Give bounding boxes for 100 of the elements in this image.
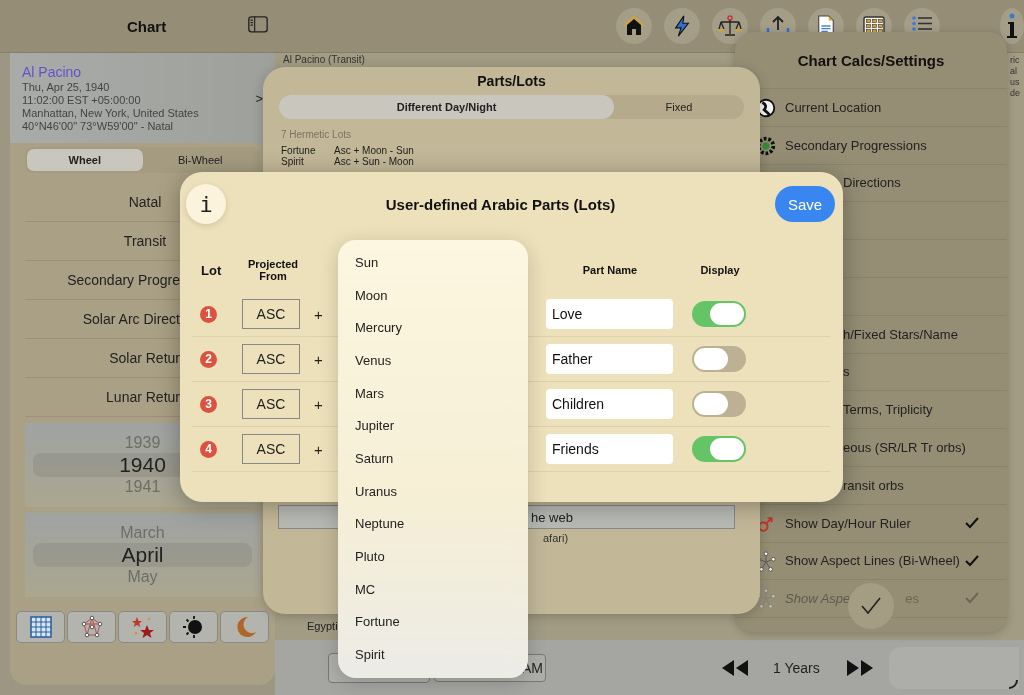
info-button[interactable] xyxy=(1000,8,1024,44)
settings-item[interactable]: Terms, Triplicity xyxy=(843,402,933,418)
projected-from-field[interactable]: ASC xyxy=(242,299,300,329)
rewind-button[interactable] xyxy=(721,658,749,677)
rewind-icon xyxy=(721,658,749,677)
part-name-field[interactable]: Love xyxy=(546,299,673,329)
side-text: us xyxy=(1010,77,1020,88)
settings-item[interactable]: Directions xyxy=(843,175,901,191)
part-name-field[interactable]: Children xyxy=(546,389,673,419)
menu-item[interactable]: Venus xyxy=(338,344,528,377)
menu-item[interactable]: MC xyxy=(338,572,528,606)
column-header: Projected From xyxy=(246,257,300,284)
birth-detail: Manhattan, New York, United States xyxy=(22,107,200,119)
menu-item[interactable]: Sun xyxy=(338,246,528,279)
menu-item[interactable]: Moon xyxy=(338,278,528,312)
picker-item: 1941 xyxy=(124,477,161,497)
settings-item[interactable]: h/Fixed Stars/Name xyxy=(843,326,958,342)
lot-number: 4 xyxy=(200,440,217,458)
picker-item: 1940 xyxy=(119,453,166,477)
menu-item[interactable]: Pluto xyxy=(338,540,528,573)
sidebar-icon xyxy=(246,16,271,36)
projected-from-field[interactable]: ASC xyxy=(242,389,300,419)
toolbar-button[interactable] xyxy=(712,8,749,44)
settings-item[interactable]: eous (SR/LR Tr orbs) xyxy=(843,440,966,456)
settings-item[interactable]: Show Aspect Lines (Bi-Wheel) xyxy=(785,553,960,569)
segment-tab[interactable]: Wheel xyxy=(27,149,143,171)
home-icon xyxy=(622,14,647,38)
step-label: 1 Years xyxy=(773,659,820,676)
picker-item: May xyxy=(127,567,158,587)
chart-tool-button[interactable] xyxy=(16,611,65,643)
fast-forward-button[interactable] xyxy=(845,658,874,677)
menu-item[interactable]: Jupiter xyxy=(338,409,528,443)
chart-type-item[interactable]: Solar Arc Direct xyxy=(82,311,180,327)
lot-formula: Asc + Moon - Sun xyxy=(334,145,414,156)
save-button[interactable]: Save xyxy=(775,186,835,222)
column-header: Part Name xyxy=(581,263,639,278)
chevron: > xyxy=(255,90,263,106)
lot-number: 3 xyxy=(200,395,217,413)
menu-item[interactable]: Mercury xyxy=(338,311,528,345)
window-title: Chart xyxy=(127,17,167,35)
plus-sign: + xyxy=(314,305,323,323)
column-header: Display xyxy=(699,263,741,278)
toolbar-button[interactable] xyxy=(664,8,701,44)
checkmark-icon xyxy=(965,592,979,605)
place-label: Egypti xyxy=(307,620,338,632)
settings-item[interactable]: Show Day/Hour Ruler xyxy=(785,515,911,531)
input-field[interactable] xyxy=(888,646,1019,689)
chart-type-item[interactable]: Transit xyxy=(123,233,167,249)
fast-forward-icon xyxy=(845,658,874,677)
stars-icon xyxy=(130,615,155,639)
settings-item[interactable]: s xyxy=(843,364,850,380)
segment-tab[interactable]: Fixed xyxy=(614,95,744,119)
checkmark-icon xyxy=(965,516,979,529)
menu-item[interactable]: Neptune xyxy=(338,507,528,541)
side-text: al xyxy=(1010,66,1018,77)
lot-number: 2 xyxy=(200,350,217,368)
segment-tab[interactable]: Bi-Wheel xyxy=(142,149,258,171)
part-name-field[interactable]: Father xyxy=(546,344,673,374)
chart-tool-button[interactable] xyxy=(118,611,167,643)
menu-item[interactable]: Fortune xyxy=(338,605,528,639)
side-text: de xyxy=(1010,88,1020,99)
dialog-title: User-defined Arabic Parts (Lots) xyxy=(384,195,617,213)
segment-tab[interactable]: Different Day/Night xyxy=(279,95,614,119)
sidebar-toggle-button[interactable] xyxy=(246,16,271,36)
person-card[interactable]: Al Pacino Thu, Apr 25, 1940 11:02:00 EST +05:00:00 Manhattan, New York, United States 40°N46'00" 73°W59'00" - Natal > xyxy=(10,53,275,143)
checkmark-icon xyxy=(965,554,979,567)
display-toggle[interactable] xyxy=(692,436,746,462)
birth-detail: 11:02:00 EST +05:00:00 xyxy=(22,94,142,106)
toolbar-button[interactable] xyxy=(616,8,653,44)
display-toggle[interactable] xyxy=(692,391,746,417)
projected-from-field[interactable]: ASC xyxy=(242,344,300,374)
settings-item[interactable]: Secondary Progressions xyxy=(785,137,927,153)
chart-type-item[interactable]: Lunar Retur xyxy=(106,389,180,405)
panel-title: Parts/Lots xyxy=(476,73,547,89)
web-note: afari) xyxy=(543,532,570,544)
projected-from-field[interactable]: ASC xyxy=(242,434,300,464)
menu-item[interactable]: Uranus xyxy=(338,474,528,508)
display-toggle[interactable] xyxy=(692,301,746,327)
settings-item[interactable]: ransit orbs xyxy=(843,477,904,493)
menu-item[interactable]: Mars xyxy=(338,376,528,410)
chart-type-item[interactable]: Secondary Progre xyxy=(67,272,180,288)
column-header: Lot xyxy=(200,261,223,280)
info-button[interactable]: i xyxy=(186,184,226,224)
birth-detail: Thu, Apr 25, 1940 xyxy=(22,81,111,93)
chart-type-item[interactable]: Natal xyxy=(128,194,162,210)
aspect-network-icon xyxy=(79,615,104,639)
chart-tool-button[interactable] xyxy=(169,611,218,643)
menu-item[interactable]: Saturn xyxy=(338,442,528,475)
lot-formula: Asc + Sun - Moon xyxy=(334,156,414,167)
resize-handle-icon xyxy=(1008,679,1018,689)
lot-number: 1 xyxy=(200,305,217,323)
plus-sign: + xyxy=(314,440,323,458)
plus-sign: + xyxy=(314,350,323,368)
info-icon xyxy=(1005,13,1020,39)
display-toggle[interactable] xyxy=(692,346,746,372)
settings-item[interactable]: Current Location xyxy=(785,99,882,115)
section-label: 7 Hermetic Lots xyxy=(281,129,353,140)
lot-name: Fortune xyxy=(281,145,317,156)
part-name-field[interactable]: Friends xyxy=(546,434,673,464)
chart-type-item[interactable]: Solar Retur xyxy=(109,350,180,366)
